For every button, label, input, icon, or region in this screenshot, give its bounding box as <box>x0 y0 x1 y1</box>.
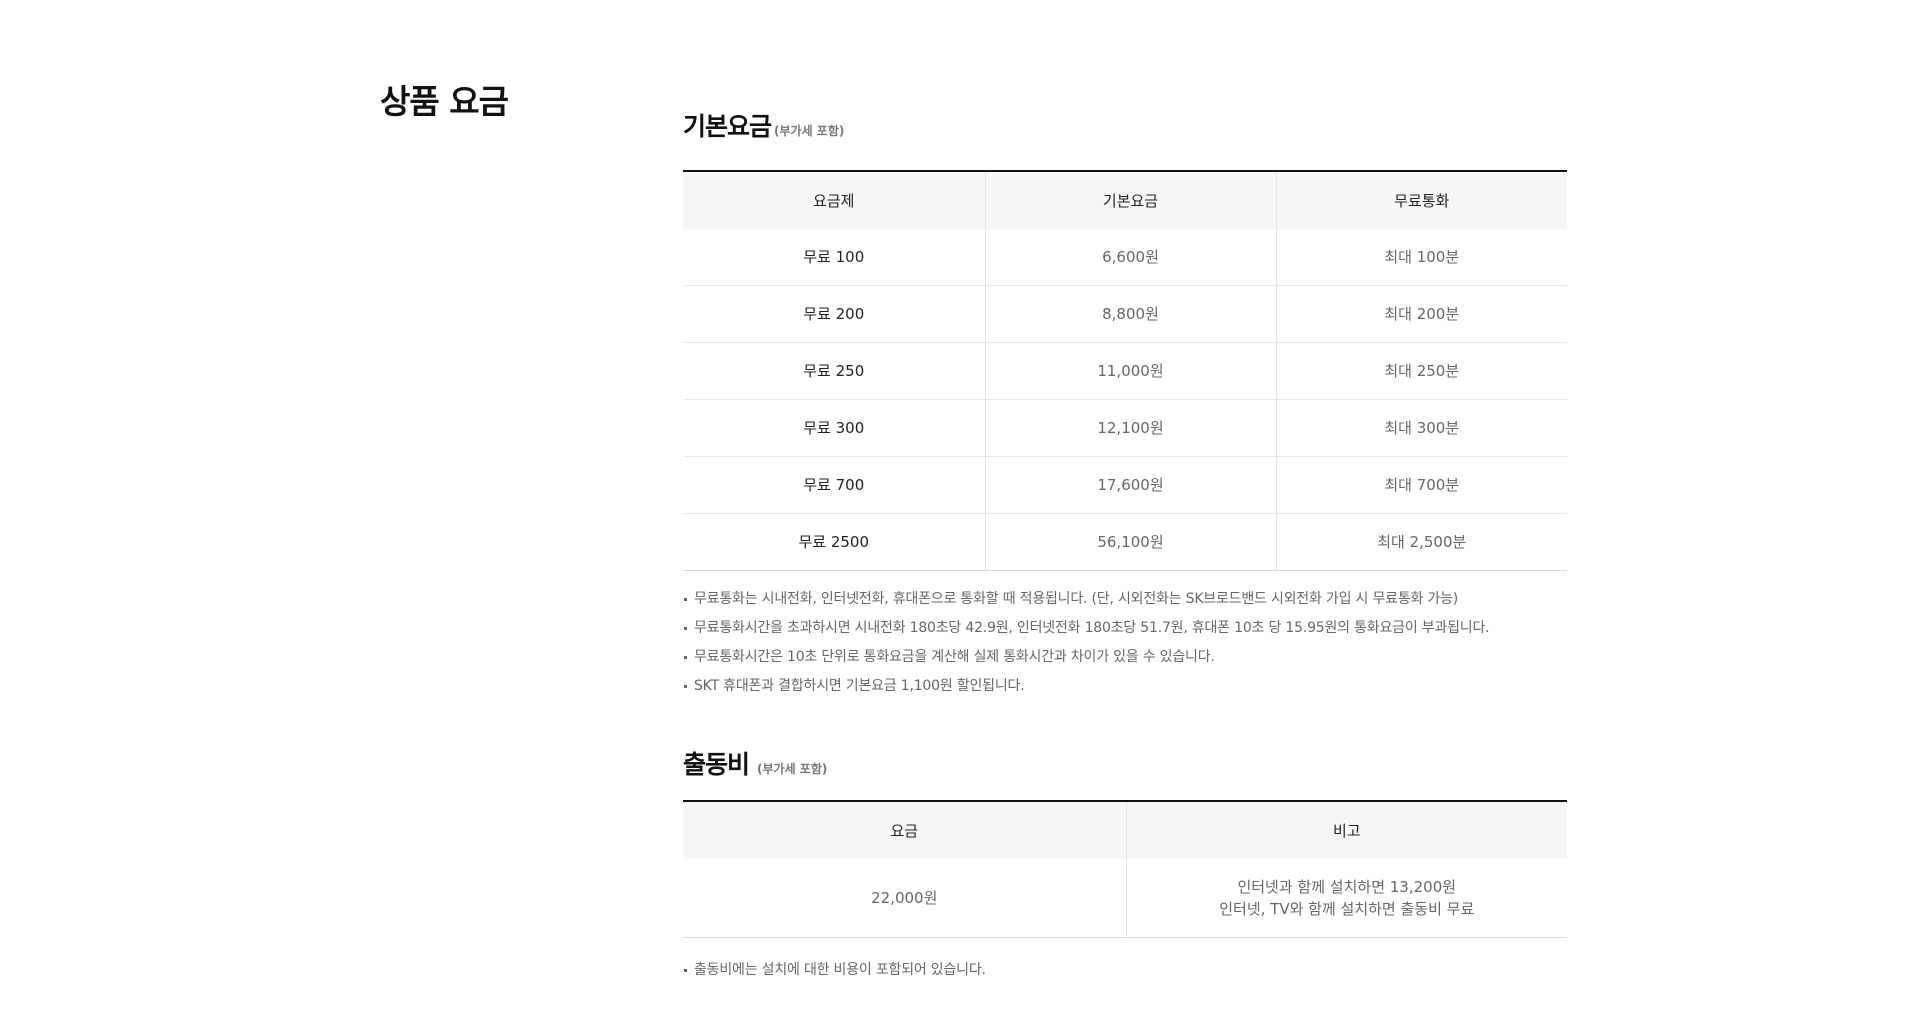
free-call-cell: 최대 100분 <box>1275 229 1567 286</box>
free-call-cell: 최대 700분 <box>1275 456 1567 514</box>
visit-fee-notes: 출동비에는 설치에 대한 비용이 포함되어 있습니다. <box>683 956 1567 985</box>
visit-fee-heading: 출동비 (부가세 포함) <box>683 724 1567 780</box>
visit-fee-title: 출동비 <box>683 750 750 779</box>
column-header-remark: 비고 <box>1125 801 1567 859</box>
table-row: 무료 300 12,100원 최대 300분 <box>683 399 1567 457</box>
visit-fee-cell: 22,000원 <box>683 859 1126 938</box>
table-row: 무료 700 17,600원 최대 700분 <box>683 456 1567 514</box>
basic-fee-subtitle: (부가세 포함) <box>774 124 845 138</box>
plan-name-cell: 무료 100 <box>803 248 865 266</box>
basic-fee-title: 기본요금 <box>683 112 772 141</box>
note-item: SKT 휴대폰과 결합하시면 기본요금 1,100원 할인됩니다. <box>683 672 1567 701</box>
column-header-fee: 요금 <box>683 801 1126 859</box>
visit-fee-subtitle: (부가세 포함) <box>757 762 828 776</box>
table-row: 무료 2500 56,100원 최대 2,500분 <box>683 513 1567 571</box>
plan-name-cell: 무료 300 <box>683 399 985 457</box>
remark-line: 인터넷, TV와 함께 설치하면 출동비 무료 <box>1219 900 1475 918</box>
free-call-cell: 최대 250분 <box>1275 342 1567 400</box>
plan-name-cell: 무료 250 <box>683 342 985 400</box>
basic-fee-table: 요금제 기본요금 무료통화 무료 100 6,600원 최대 100분 무료 2… <box>683 170 1567 571</box>
free-call-cell: 최대 300분 <box>1275 399 1567 457</box>
basic-fee-section: 기본요금 (부가세 포함) 요금제 기본요금 무료통화 무료 100 6,600… <box>683 86 1567 701</box>
note-item: 무료통화시간은 10초 단위로 통화요금을 계산해 실제 통화시간과 차이가 있… <box>683 643 1567 672</box>
free-call-cell: 최대 2,500분 <box>1275 513 1567 571</box>
basic-fee-cell: 6,600원 <box>984 229 1276 286</box>
visit-fee-table: 요금 비고 22,000원 인터넷과 함께 설치하면 13,200원 인터넷, … <box>683 800 1567 938</box>
page-title: 상품 요금 <box>380 82 509 121</box>
table-header-row: 요금제 기본요금 무료통화 <box>683 171 1567 229</box>
remark-line: 인터넷과 함께 설치하면 13,200원 <box>1237 878 1457 896</box>
column-header-free-call: 무료통화 <box>1275 171 1567 229</box>
basic-fee-cell: 56,100원 <box>984 513 1276 571</box>
visit-fee-section: 출동비 (부가세 포함) 요금 비고 22,000원 인터넷과 함께 설치하면 … <box>683 724 1567 985</box>
table-row: 무료 200 8,800원 최대 200분 <box>683 285 1567 343</box>
table-header-row: 요금 비고 <box>683 801 1567 859</box>
basic-fee-heading: 기본요금 (부가세 포함) <box>683 86 1567 142</box>
basic-fee-cell: 11,000원 <box>984 342 1276 400</box>
basic-fee-cell: 17,600원 <box>984 456 1276 514</box>
free-call-cell: 최대 200분 <box>1275 285 1567 343</box>
remark-cell: 인터넷과 함께 설치하면 13,200원 인터넷, TV와 함께 설치하면 출동… <box>1125 859 1567 938</box>
note-item: 무료통화는 시내전화, 인터넷전화, 휴대폰으로 통화할 때 적용됩니다. (단… <box>683 585 1567 614</box>
table-row: 무료 250 11,000원 최대 250분 <box>683 342 1567 400</box>
column-header-basic-fee: 기본요금 <box>984 171 1276 229</box>
plan-name-cell: 무료 2500 <box>683 513 985 571</box>
plan-name-cell: 무료 700 <box>683 456 985 514</box>
table-row: 무료 100 6,600원 최대 100분 <box>683 229 1567 286</box>
basic-fee-cell: 12,100원 <box>984 399 1276 457</box>
column-header-plan: 요금제 <box>683 171 985 229</box>
note-item: 무료통화시간을 초과하시면 시내전화 180초당 42.9원, 인터넷전화 18… <box>683 614 1567 643</box>
basic-fee-notes: 무료통화는 시내전화, 인터넷전화, 휴대폰으로 통화할 때 적용됩니다. (단… <box>683 585 1567 701</box>
table-row: 22,000원 인터넷과 함께 설치하면 13,200원 인터넷, TV와 함께… <box>683 859 1567 938</box>
note-item: 출동비에는 설치에 대한 비용이 포함되어 있습니다. <box>683 956 1567 985</box>
plan-name-cell: 무료 200 <box>683 285 985 343</box>
basic-fee-cell: 8,800원 <box>984 285 1276 343</box>
